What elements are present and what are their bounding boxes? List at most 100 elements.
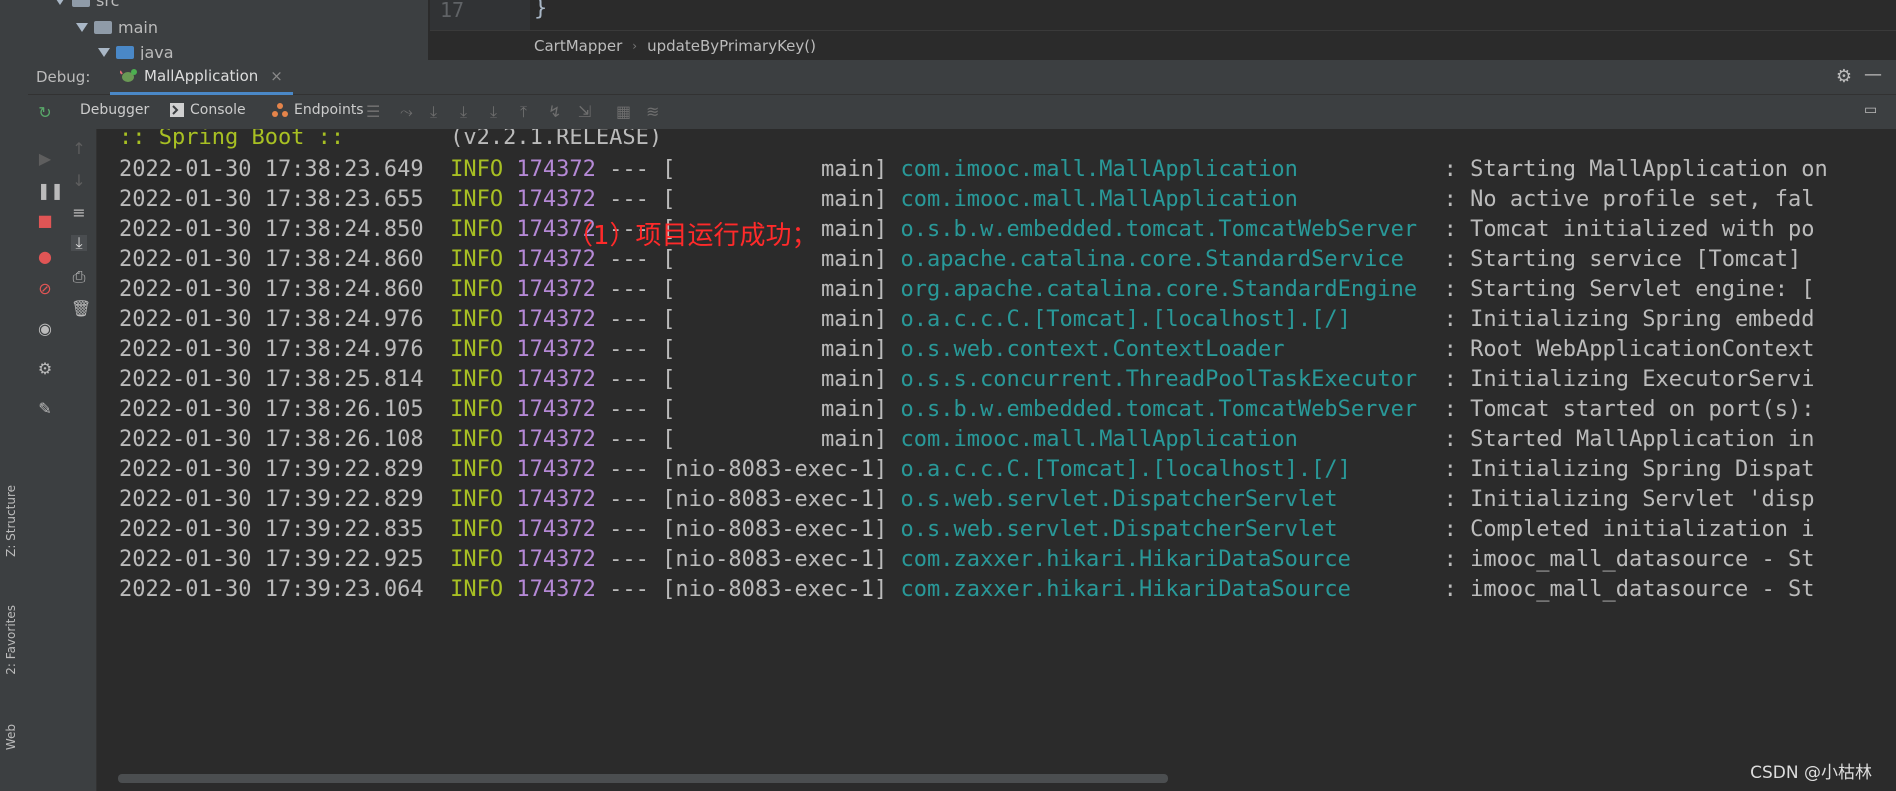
favorites-tab[interactable]: 2: Favorites — [4, 605, 18, 675]
breadcrumb-item-class[interactable]: CartMapper — [534, 37, 622, 55]
log-pid: 174372 — [516, 457, 596, 482]
tab-endpoints[interactable]: Endpoints — [272, 102, 364, 118]
log-pid: 174372 — [516, 547, 596, 572]
scroll-to-end-icon[interactable]: ⤓ — [71, 235, 87, 251]
soft-wrap-icon[interactable]: ≡ — [71, 205, 87, 221]
project-tree: src main java — [28, 0, 428, 60]
log-logger: com.zaxxer.hikari.HikariDataSource — [900, 577, 1431, 602]
trace-icon[interactable]: ≋ — [646, 102, 659, 121]
restore-layout-icon[interactable]: ▭ — [1864, 102, 1877, 118]
layout-menu-icon[interactable]: ☰ — [366, 102, 380, 121]
minimize-icon[interactable]: — — [1864, 64, 1882, 85]
tab-debugger-label: Debugger — [80, 102, 150, 118]
log-thread: [ main] — [662, 157, 888, 182]
tree-item-java[interactable]: java — [98, 43, 174, 60]
log-line: 2022-01-30 17:39:22.829 INFO 174372 --- … — [119, 455, 1814, 485]
log-pid: 174372 — [516, 277, 596, 302]
debug-session-tab[interactable]: MallApplication × — [110, 60, 293, 95]
tab-debugger[interactable]: Debugger — [80, 102, 149, 118]
pin-icon[interactable]: ✎ — [37, 401, 53, 417]
log-pid: 174372 — [516, 577, 596, 602]
log-message: : Initializing Spring embedd — [1443, 307, 1815, 332]
log-timestamp: 2022-01-30 17:39:23.064 — [119, 577, 424, 602]
debug-toolbar: Debugger Console Endpoints ☰ ⤳ ⤓ ⤓ ⤓ ⤒ ↯… — [28, 95, 1896, 130]
camera-icon[interactable]: ◉ — [37, 321, 53, 337]
view-breakpoints-icon[interactable]: ● — [37, 249, 53, 265]
log-timestamp: 2022-01-30 17:39:22.925 — [119, 547, 424, 572]
log-separator: --- — [609, 187, 649, 212]
console-output[interactable]: :: Spring Boot :: (v2.2.1.RELEASE) 2022-… — [97, 129, 1896, 791]
log-message: : Started MallApplication in — [1443, 427, 1815, 452]
console-icon — [170, 103, 184, 117]
log-separator: --- — [609, 547, 649, 572]
log-separator: --- — [609, 517, 649, 542]
horizontal-scrollbar[interactable] — [118, 774, 1168, 783]
tree-item-main[interactable]: main — [76, 18, 158, 37]
log-line: 2022-01-30 17:38:24.850 INFO 174372 --- … — [119, 215, 1814, 245]
z-structure-tab[interactable]: Z: Structure — [4, 485, 18, 557]
log-pid: 174372 — [516, 187, 596, 212]
log-line: 2022-01-30 17:39:22.829 INFO 174372 --- … — [119, 485, 1814, 515]
log-level: INFO — [450, 247, 504, 272]
run-to-cursor-icon[interactable]: ⇲ — [578, 102, 591, 121]
log-pid: 174372 — [516, 367, 596, 392]
tree-item-src[interactable]: src — [54, 0, 119, 10]
log-line: 2022-01-30 17:38:24.976 INFO 174372 --- … — [119, 335, 1814, 365]
step-into-icon[interactable]: ⤓ — [460, 102, 467, 122]
stop-icon[interactable]: ■ — [37, 213, 53, 229]
step-over-icon[interactable]: ⤓ — [430, 102, 437, 122]
debug-actions-column: ↻ ▶ ❚❚ ■ ● ⊘ ◉ ⚙ ✎ — [28, 95, 64, 791]
folder-icon — [72, 0, 90, 7]
trash-icon[interactable]: 🗑 — [71, 301, 91, 317]
log-timestamp: 2022-01-30 17:38:24.860 — [119, 277, 424, 302]
log-message: : Tomcat initialized with po — [1443, 217, 1815, 242]
log-logger: com.imooc.mall.MallApplication — [900, 427, 1431, 452]
endpoints-icon — [272, 103, 288, 117]
web-tab[interactable]: Web — [4, 724, 18, 750]
log-thread: [ main] — [662, 427, 888, 452]
log-level: INFO — [450, 397, 504, 422]
tab-console-label: Console — [190, 102, 246, 118]
expand-arrow-icon[interactable] — [54, 0, 66, 5]
log-logger: o.s.b.w.embedded.tomcat.TomcatWebServer — [900, 397, 1431, 422]
log-separator: --- — [609, 427, 649, 452]
log-logger: o.apache.catalina.core.StandardService — [900, 247, 1431, 272]
log-line: 2022-01-30 17:39:22.835 INFO 174372 --- … — [119, 515, 1814, 545]
log-line: 2022-01-30 17:38:24.976 INFO 174372 --- … — [119, 305, 1814, 335]
log-message: : Completed initialization i — [1443, 517, 1815, 542]
log-separator: --- — [609, 307, 649, 332]
log-thread: [nio-8083-exec-1] — [662, 547, 888, 572]
evaluate-expression-icon[interactable]: ▦ — [616, 102, 631, 121]
resume-icon[interactable]: ▶ — [37, 151, 53, 167]
log-level: INFO — [450, 157, 504, 182]
settings-icon[interactable]: ⚙ — [37, 361, 53, 377]
log-pid: 174372 — [516, 337, 596, 362]
down-arrow-icon[interactable]: ↓ — [71, 173, 87, 189]
log-thread: [nio-8083-exec-1] — [662, 457, 888, 482]
debug-label: Debug: — [36, 68, 91, 86]
rerun-icon[interactable]: ↻ — [37, 105, 53, 121]
log-message: : Starting MallApplication on — [1443, 157, 1828, 182]
tab-console[interactable]: Console — [170, 102, 246, 118]
breadcrumb-item-method[interactable]: updateByPrimaryKey() — [647, 37, 816, 55]
close-tab-icon[interactable]: × — [270, 67, 283, 85]
log-pid: 174372 — [516, 307, 596, 332]
gear-icon[interactable]: ⚙ — [1836, 66, 1852, 87]
expand-arrow-icon[interactable] — [98, 48, 110, 57]
step-out-icon[interactable]: ⤒ — [520, 102, 527, 122]
mute-breakpoints-icon[interactable]: ⊘ — [37, 281, 53, 297]
log-message: : imooc_mall_datasource - St — [1443, 547, 1815, 572]
drop-frame-icon[interactable]: ↯ — [548, 102, 561, 121]
log-message: : No active profile set, fal — [1443, 187, 1815, 212]
up-arrow-icon[interactable]: ↑ — [71, 141, 87, 157]
log-pid: 174372 — [516, 487, 596, 512]
source-folder-icon — [116, 46, 134, 59]
pause-icon[interactable]: ❚❚ — [37, 183, 64, 199]
log-pid: 174372 — [516, 427, 596, 452]
print-icon[interactable]: ⎙ — [71, 269, 87, 285]
force-step-into-icon[interactable]: ⤓ — [490, 102, 497, 122]
expand-arrow-icon[interactable] — [76, 23, 88, 32]
show-execution-point-icon[interactable]: ⤳ — [400, 102, 413, 122]
log-line: 2022-01-30 17:38:25.814 INFO 174372 --- … — [119, 365, 1814, 395]
log-level: INFO — [450, 547, 504, 572]
